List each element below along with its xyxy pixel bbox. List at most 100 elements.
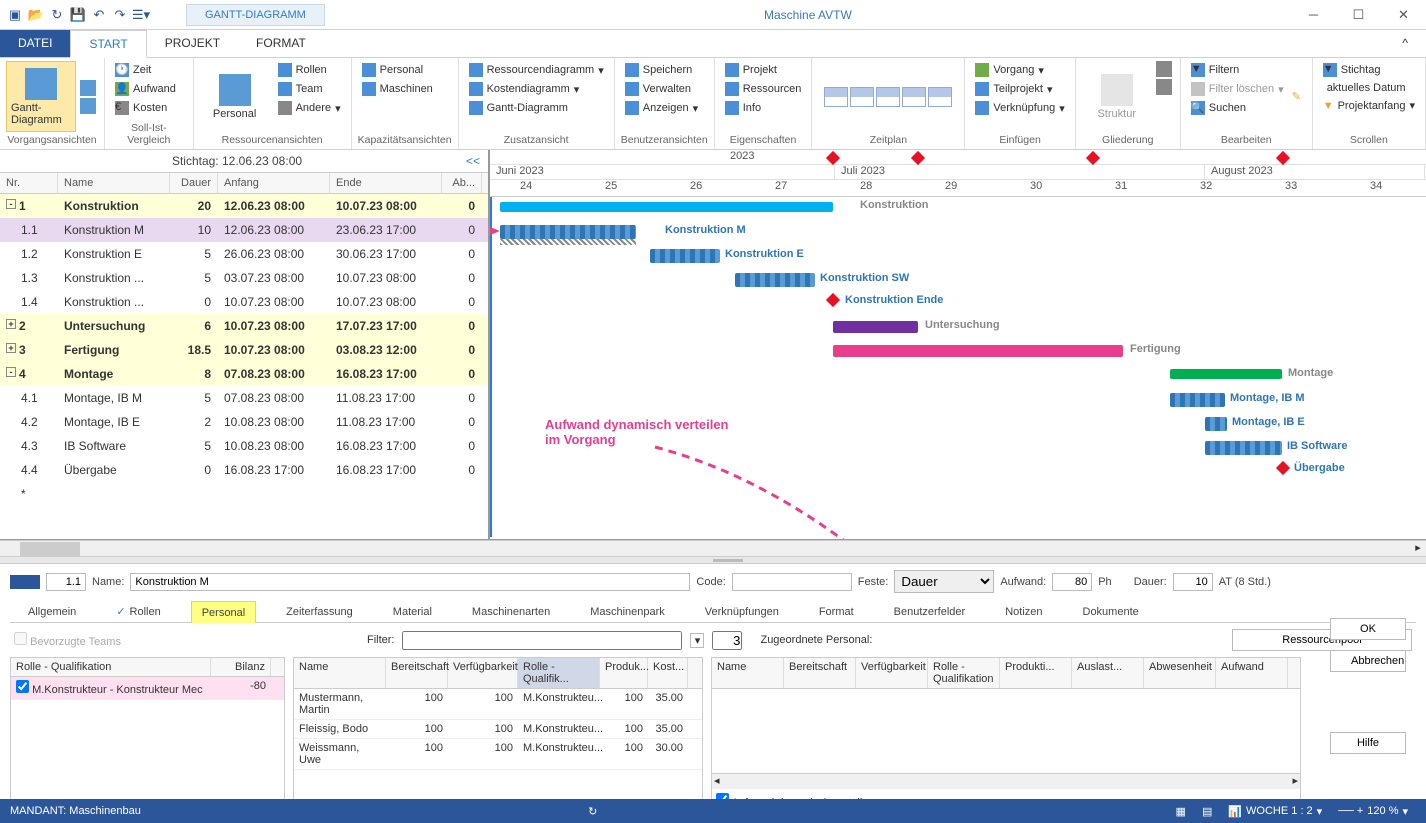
verwalten-button[interactable]: Verwalten bbox=[621, 80, 702, 98]
zoom-presets[interactable] bbox=[818, 61, 958, 132]
redo-icon[interactable]: ↷ bbox=[111, 6, 129, 24]
tab-maschinenarten[interactable]: Maschinenarten bbox=[462, 601, 560, 622]
woche-selector[interactable]: 📊 WOCHE 1 : 2 ▾ bbox=[1220, 805, 1330, 818]
save-icon[interactable]: 💾 bbox=[69, 6, 87, 24]
filter-loeschen-button[interactable]: Filter löschen ▾ bbox=[1187, 80, 1288, 98]
gantt-diagramm-button[interactable]: Gantt-Diagramm bbox=[6, 61, 76, 132]
speichern-button[interactable]: Speichern bbox=[621, 61, 702, 79]
rollen-button[interactable]: Rollen bbox=[274, 61, 345, 79]
table-row[interactable]: 4.3 IB Software5 10.08.23 08:0016.08.23 … bbox=[0, 434, 488, 458]
bar-ib-software[interactable] bbox=[1205, 441, 1282, 455]
zeit-button[interactable]: 🕐Zeit bbox=[111, 61, 180, 79]
tab-benutzerfelder[interactable]: Benutzerfelder bbox=[884, 601, 976, 622]
projekt-button[interactable]: Projekt bbox=[721, 61, 806, 79]
projektanfang-button[interactable]: ▼Projektanfang ▾ bbox=[1319, 97, 1419, 114]
maximize-button[interactable]: ☐ bbox=[1336, 1, 1381, 29]
cancel-button[interactable]: Abbrechen bbox=[1330, 650, 1406, 672]
tab-material[interactable]: Material bbox=[383, 601, 442, 622]
tab-projekt[interactable]: PROJEKT bbox=[147, 30, 238, 57]
help-button[interactable]: Hilfe bbox=[1330, 732, 1406, 754]
kosten-button[interactable]: €Kosten bbox=[111, 99, 180, 117]
table-row[interactable]: 1.4 Konstruktion ...0 10.07.23 08:0010.0… bbox=[0, 290, 488, 314]
stichtag-scroll-button[interactable]: ▼Stichtag bbox=[1319, 61, 1419, 79]
struktur-button[interactable]: Struktur bbox=[1082, 61, 1152, 132]
rolle-grid[interactable]: Rolle - QualifikationBilanz M.Konstrukte… bbox=[10, 657, 285, 814]
bar-konstruktion[interactable] bbox=[500, 202, 833, 212]
splitter[interactable] bbox=[0, 556, 1426, 564]
tab-notizen[interactable]: Notizen bbox=[995, 601, 1052, 622]
info-button[interactable]: Info bbox=[721, 99, 806, 117]
table-row[interactable]: 1.3 Konstruktion ...5 03.07.23 08:0010.0… bbox=[0, 266, 488, 290]
list-icon[interactable]: ☰▾ bbox=[132, 6, 150, 24]
filter-count[interactable] bbox=[712, 631, 742, 650]
list-item[interactable]: Weissmann, Uwe100100M.Konstrukteu...1003… bbox=[294, 739, 702, 770]
assigned-personal-grid[interactable]: NameBereitschaftVerfügbarkeitRolle - Qua… bbox=[711, 657, 1301, 814]
filter-field[interactable] bbox=[402, 631, 682, 650]
rolle-check[interactable] bbox=[16, 680, 29, 693]
table-row[interactable]: * bbox=[0, 482, 488, 506]
ok-button[interactable]: OK bbox=[1330, 618, 1406, 640]
gantt-pane[interactable]: 2023 Juni 2023 Juli 2023 August 2023 242… bbox=[490, 150, 1426, 539]
tab-format[interactable]: FORMAT bbox=[238, 30, 324, 57]
h-scrollbar[interactable]: ▸ bbox=[0, 540, 1426, 556]
assigned-scrollbar[interactable]: ◂▸ bbox=[712, 773, 1300, 789]
task-name-field[interactable] bbox=[130, 573, 690, 591]
code-field[interactable] bbox=[732, 573, 852, 591]
grid-body[interactable]: -1 Konstruktion20 12.06.23 08:0010.07.23… bbox=[0, 194, 488, 506]
dauer-field[interactable] bbox=[1173, 573, 1213, 591]
aktuelles-datum-button[interactable]: aktuelles Datum bbox=[1319, 80, 1419, 96]
tab-start[interactable]: START bbox=[70, 30, 146, 58]
vorgang-button[interactable]: Vorgang ▾ bbox=[971, 61, 1068, 79]
view-icon-1[interactable]: ▦ bbox=[1168, 805, 1194, 818]
close-button[interactable]: ✕ bbox=[1381, 1, 1426, 29]
aufwand-field[interactable] bbox=[1052, 573, 1092, 591]
gantt-body[interactable]: Konstruktion Konstruktion M Konstruktion… bbox=[490, 197, 1426, 537]
ressourcen-button[interactable]: Ressourcen bbox=[721, 80, 806, 98]
table-row[interactable]: 1.1 Konstruktion M10 12.06.23 08:0023.06… bbox=[0, 218, 488, 242]
bar-montage-ibe[interactable] bbox=[1205, 417, 1227, 431]
table-row[interactable]: +2 Untersuchung6 10.07.23 08:0017.07.23 … bbox=[0, 314, 488, 338]
filter-dropdown-icon[interactable]: ▾ bbox=[690, 633, 704, 648]
zoom-slider[interactable]: ── + 120 % ▾ bbox=[1330, 805, 1416, 818]
refresh-icon[interactable]: ↻ bbox=[48, 6, 66, 24]
table-row[interactable]: 1.2 Konstruktion E5 26.06.23 08:0030.06.… bbox=[0, 242, 488, 266]
verknuepfung-button[interactable]: Verknüpfung ▾ bbox=[971, 99, 1068, 117]
tab-rollen[interactable]: ✓Rollen bbox=[106, 601, 170, 622]
personal-button[interactable]: Personal bbox=[200, 61, 270, 132]
kap-personal-button[interactable]: Personal bbox=[358, 61, 437, 79]
tab-dokumente[interactable]: Dokumente bbox=[1073, 601, 1149, 622]
tab-format[interactable]: Format bbox=[809, 601, 864, 622]
table-row[interactable]: 4.2 Montage, IB E2 10.08.23 08:0011.08.2… bbox=[0, 410, 488, 434]
kap-maschinen-button[interactable]: Maschinen bbox=[358, 80, 437, 98]
team-button[interactable]: Team bbox=[274, 80, 345, 98]
kosten-diagramm-button[interactable]: Kostendiagramm ▾ bbox=[465, 80, 608, 98]
bar-montage[interactable] bbox=[1170, 369, 1282, 379]
res-diagramm-button[interactable]: Ressourcendiagramm ▾ bbox=[465, 61, 608, 79]
tab-maschinenpark[interactable]: Maschinenpark bbox=[580, 601, 675, 622]
gantt-diag-button[interactable]: Gantt-Diagramm bbox=[465, 99, 608, 117]
table-row[interactable]: +3 Fertigung18.5 10.07.23 08:0003.08.23 … bbox=[0, 338, 488, 362]
available-personal-grid[interactable]: Name Bereitschaft Verfügbarkeit Rolle - … bbox=[293, 657, 703, 814]
aufwand-button[interactable]: 👤Aufwand bbox=[111, 80, 180, 98]
tab-allgemein[interactable]: Allgemein bbox=[18, 601, 86, 622]
table-row[interactable]: -1 Konstruktion20 12.06.23 08:0010.07.23… bbox=[0, 194, 488, 218]
milestone-uebergabe[interactable] bbox=[1276, 461, 1290, 475]
bar-konstruktion-m[interactable] bbox=[500, 225, 636, 239]
tab-personal[interactable]: Personal bbox=[191, 601, 256, 623]
teilprojekt-button[interactable]: Teilprojekt ▾ bbox=[971, 80, 1068, 98]
app-icon[interactable]: ▣ bbox=[6, 6, 24, 24]
anzeigen-button[interactable]: Anzeigen ▾ bbox=[621, 99, 702, 117]
open-icon[interactable]: 📂 bbox=[27, 6, 45, 24]
list-item[interactable]: Mustermann, Martin100100M.Konstrukteu...… bbox=[294, 689, 702, 720]
andere-button[interactable]: Andere ▾ bbox=[274, 99, 345, 117]
bar-fertigung[interactable] bbox=[833, 345, 1123, 357]
bevorzugte-checkbox[interactable]: Bevorzugte Teams bbox=[14, 632, 121, 648]
table-row[interactable]: 4.4 Übergabe0 16.08.23 17:0016.08.23 17:… bbox=[0, 458, 488, 482]
feste-select[interactable]: Dauer bbox=[894, 570, 994, 593]
milestone-konstruktion-ende[interactable] bbox=[826, 293, 840, 307]
list-item[interactable]: Fleissig, Bodo100100M.Konstrukteu...1003… bbox=[294, 720, 702, 739]
tab-file[interactable]: DATEI bbox=[0, 30, 70, 57]
bar-montage-ibm[interactable] bbox=[1170, 393, 1225, 407]
bar-konstruktion-e[interactable] bbox=[650, 249, 720, 263]
table-row[interactable]: 4.1 Montage, IB M5 07.08.23 08:0011.08.2… bbox=[0, 386, 488, 410]
